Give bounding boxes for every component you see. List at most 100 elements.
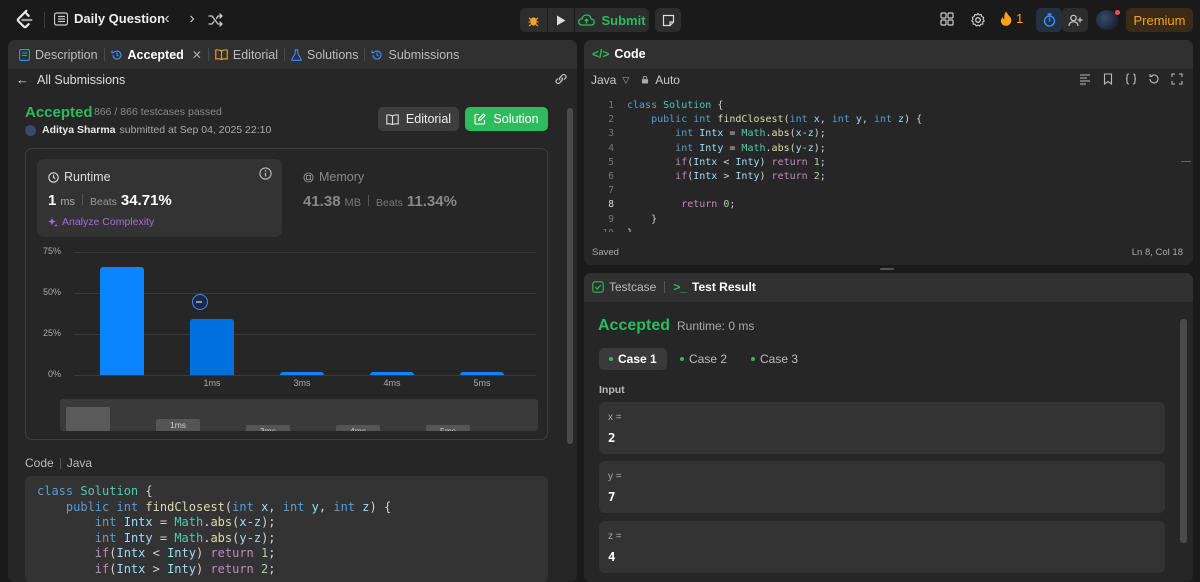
- chart-range-minimap[interactable]: 1ms 3ms 4ms 5ms: [60, 399, 538, 431]
- top-bar: Daily Question ‹ › Submit 1 Premium: [0, 0, 1200, 40]
- input-name: x =: [608, 412, 622, 423]
- test-result-status: Accepted: [598, 317, 671, 334]
- test-result-panel: Testcase >_ Test Result Accepted Runtime…: [584, 273, 1193, 582]
- pass-dot: [609, 357, 613, 361]
- editor-code-line: class Solution {: [627, 100, 724, 111]
- analyze-complexity-link[interactable]: Analyze Complexity: [48, 216, 154, 228]
- memory-heading[interactable]: Memory: [303, 170, 364, 184]
- runtime-label: Runtime: [64, 170, 111, 184]
- input-y-box[interactable]: y = 7: [599, 461, 1165, 513]
- tab-submissions-label: Submissions: [388, 47, 460, 62]
- input-name: y =: [608, 471, 622, 482]
- editor-code-line: int Intx = Math.abs(x-z);: [675, 128, 826, 140]
- tab-testcase[interactable]: Testcase: [592, 280, 656, 294]
- memory-beats-value: 11.34%: [406, 193, 457, 210]
- run-button[interactable]: [548, 8, 574, 32]
- solution-button[interactable]: Solution: [465, 107, 548, 131]
- chart-bar[interactable]: [190, 319, 234, 375]
- submission-status: Accepted: [25, 104, 93, 121]
- braces-icon[interactable]: [1125, 73, 1137, 85]
- daily-question-title[interactable]: Daily Question: [74, 11, 165, 26]
- code-label: Code: [25, 456, 54, 470]
- divider: [82, 194, 84, 205]
- expand-icon[interactable]: [1171, 73, 1183, 85]
- language-select[interactable]: Java: [591, 73, 616, 87]
- close-tab-icon[interactable]: ✕: [192, 48, 202, 62]
- tab-editorial[interactable]: Editorial: [209, 40, 284, 69]
- editorial-button[interactable]: Editorial: [378, 107, 459, 131]
- runtime-card[interactable]: Runtime 1 ms Beats 34.71% Analyze Comple…: [37, 159, 282, 237]
- notes-button[interactable]: [655, 8, 681, 32]
- tab-accepted-label: Accepted: [127, 47, 184, 62]
- stopwatch-icon: [1043, 13, 1055, 27]
- auto-mode-label[interactable]: Auto: [655, 73, 680, 87]
- input-heading: Input: [599, 384, 625, 396]
- layout-grid-icon[interactable]: [940, 12, 954, 26]
- panel-resize-handle[interactable]: [880, 268, 894, 270]
- reset-icon[interactable]: [1148, 73, 1160, 85]
- tab-case-3[interactable]: Case 3: [741, 348, 808, 370]
- input-x-box[interactable]: x = 2: [599, 402, 1165, 454]
- back-to-all-submissions[interactable]: ← All Submissions: [16, 72, 125, 87]
- chart-bar[interactable]: [100, 266, 144, 375]
- submit-button[interactable]: Submit: [575, 8, 649, 32]
- save-status: Saved: [592, 247, 619, 258]
- code-line: int Intx = Math.abs(x-z);: [94, 515, 276, 529]
- tab-solutions[interactable]: Solutions: [285, 40, 364, 69]
- share-link-icon[interactable]: [554, 72, 568, 86]
- runtime-beats-label: Beats: [90, 196, 117, 208]
- line-number: 9: [608, 213, 614, 225]
- timer-button[interactable]: [1036, 8, 1062, 32]
- tab-case-1[interactable]: Case 1: [599, 348, 667, 370]
- scrollbar-thumb[interactable]: [1180, 319, 1187, 543]
- editorial-button-label: Editorial: [405, 112, 452, 126]
- terminal-icon: >_: [673, 280, 688, 294]
- submitted-code-block[interactable]: class Solution { public int findClosest(…: [25, 476, 548, 582]
- shuffle-icon[interactable]: [208, 12, 224, 28]
- next-question-chevron-icon[interactable]: ›: [183, 10, 201, 30]
- y-tick-label: 50%: [42, 287, 61, 297]
- minimap-label: 4ms: [349, 426, 367, 431]
- code-line: if(Intx > Inty) return 2;: [94, 561, 276, 576]
- tab-case-2[interactable]: Case 2: [670, 348, 737, 370]
- chart-bar[interactable]: [370, 372, 414, 375]
- input-value: 4: [608, 549, 616, 564]
- left-panel-scrollbar[interactable]: [567, 104, 573, 574]
- tab-accepted[interactable]: Accepted ✕: [105, 40, 208, 69]
- code-line: public int findClosest(int x, int y, int…: [65, 499, 392, 514]
- test-panel-scrollbar[interactable]: [1180, 315, 1187, 579]
- format-icon[interactable]: [1079, 73, 1091, 85]
- arrow-left-icon: ←: [16, 72, 29, 87]
- scrollbar-thumb[interactable]: [567, 108, 573, 444]
- tab-test-result[interactable]: >_ Test Result: [673, 280, 755, 294]
- x-tick-label: 4ms: [383, 378, 401, 388]
- line-number: 1: [608, 100, 614, 111]
- chevron-down-icon[interactable]: ▽: [622, 75, 629, 86]
- left-tab-bar: Description Accepted ✕ Editorial Solutio…: [8, 40, 577, 69]
- tab-description[interactable]: Description: [8, 40, 104, 69]
- y-tick-label: 25%: [42, 328, 61, 338]
- problem-list-icon[interactable]: [54, 12, 68, 26]
- leetcode-logo-icon[interactable]: [14, 9, 36, 31]
- code-panel-title: </> Code: [592, 47, 646, 61]
- line-number: 5: [608, 156, 614, 168]
- code-editor[interactable]: 1 class Solution {2 public int findCloses…: [584, 98, 1184, 232]
- divider: [368, 195, 370, 206]
- bookmark-icon[interactable]: [1102, 73, 1114, 85]
- chart-bar[interactable]: [460, 372, 504, 375]
- settings-gear-icon[interactable]: [970, 12, 986, 28]
- input-z-box[interactable]: z = 4: [599, 521, 1165, 573]
- chart-bar[interactable]: [280, 372, 324, 375]
- premium-button[interactable]: Premium: [1126, 8, 1193, 32]
- streak-counter[interactable]: 1: [1000, 11, 1023, 26]
- invite-user-button[interactable]: [1062, 8, 1088, 32]
- your-submission-marker[interactable]: [192, 294, 208, 310]
- debug-button[interactable]: [520, 8, 547, 32]
- prev-question-chevron-icon[interactable]: ‹: [158, 10, 176, 30]
- info-icon[interactable]: [259, 167, 272, 180]
- code-panel-header: </> Code: [584, 40, 1193, 69]
- submitter-name[interactable]: Aditya Sharma: [42, 124, 116, 136]
- fire-icon: [1000, 11, 1012, 26]
- input-value: 2: [608, 430, 616, 445]
- tab-submissions[interactable]: Submissions: [365, 40, 465, 69]
